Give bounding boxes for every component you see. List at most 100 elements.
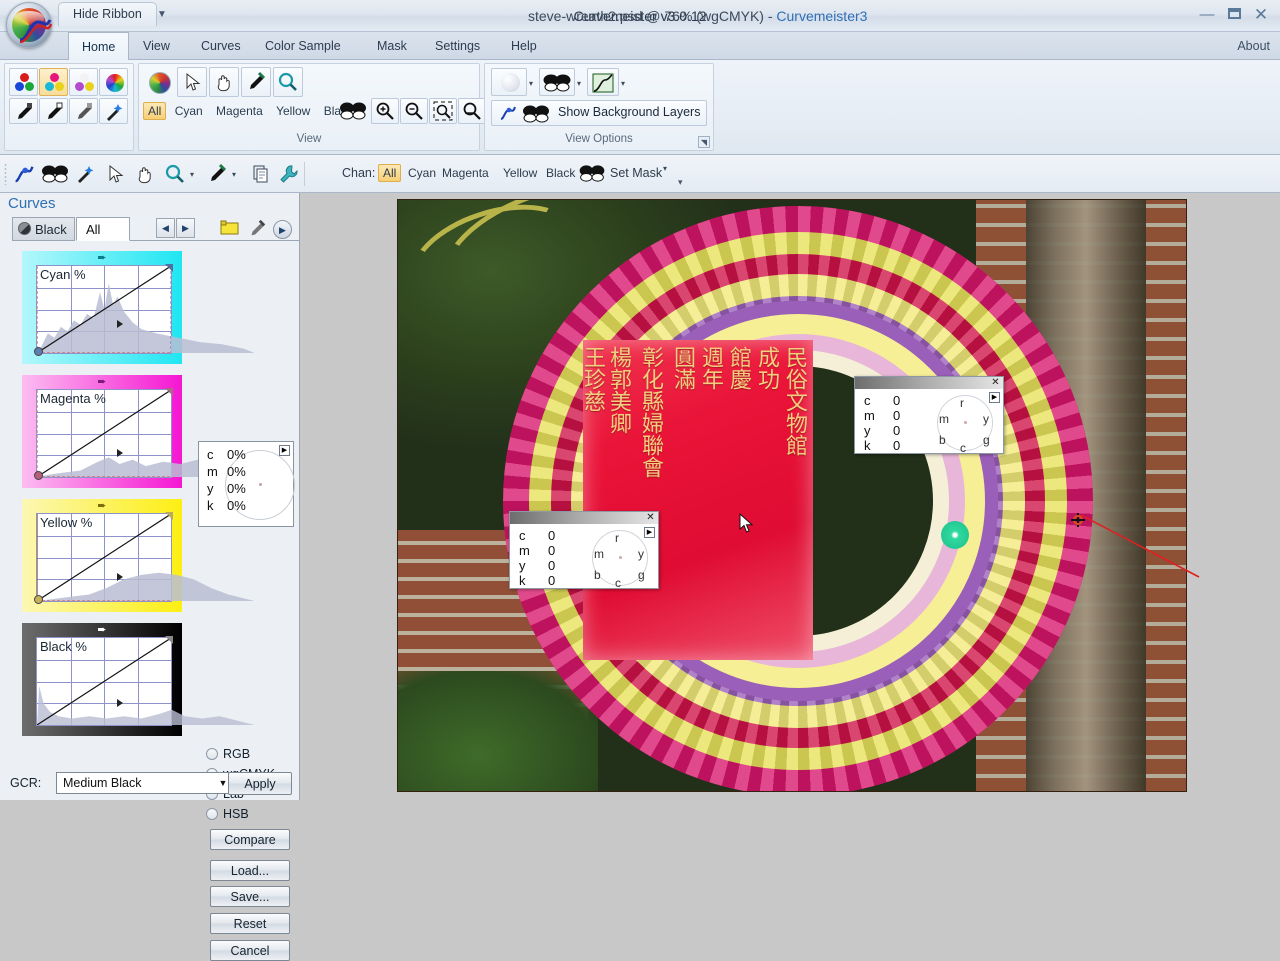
curve-tab-black[interactable]: Black (12, 217, 75, 241)
chevron-down-icon[interactable]: ▾ (577, 79, 581, 88)
pin-curve-icon[interactable] (12, 162, 36, 189)
mask-glasses-icon[interactable] (578, 164, 606, 186)
color-balls-light-icon[interactable] (69, 68, 98, 96)
chevron-down-icon[interactable]: ▾ (663, 164, 667, 173)
curve-thumb-cyan[interactable]: ➨ Cyan % (22, 251, 255, 364)
close-icon[interactable]: ✕ (645, 512, 656, 524)
color-readout-popup-2[interactable]: ✕ ▶ c 0 m 0 y 0 k 0 r y g c b m (854, 376, 1004, 455)
eyedropper-icon[interactable] (206, 163, 228, 188)
toolbar-channel-magenta[interactable]: Magenta (437, 164, 494, 182)
curve-endpoint-shadow[interactable] (34, 347, 43, 356)
copy-icon[interactable] (250, 163, 272, 188)
set-mask-label[interactable]: Set Mask (610, 166, 662, 180)
arrow-select-icon[interactable] (104, 163, 126, 188)
zoom-in-icon[interactable] (371, 98, 399, 124)
chevron-down-icon[interactable]: ▾ (621, 79, 625, 88)
document-image[interactable]: 民俗文物館 成功 館慶 週年 圓滿 彰化縣婦聯會 楊郭美卿 王珍慈 (397, 199, 1187, 792)
view-channel-all[interactable]: All (143, 102, 167, 120)
maximize-icon[interactable] (1221, 5, 1247, 25)
close-icon[interactable]: ✕ (990, 377, 1001, 389)
toolbar-grip[interactable] (4, 163, 7, 185)
eyedropper-gray-icon[interactable] (69, 98, 98, 124)
color-balls-cmyk-icon[interactable] (39, 68, 68, 96)
view-channel-yellow[interactable]: Yellow (271, 102, 315, 120)
toolbar-overflow-icon[interactable]: ▾ (678, 177, 683, 188)
pin-icon[interactable]: ▶ (644, 527, 655, 538)
image-canvas-area[interactable]: 民俗文物館 成功 館慶 週年 圓滿 彰化縣婦聯會 楊郭美卿 王珍慈 ✕ ▶ c … (301, 193, 1280, 800)
toolbar-channel-black[interactable]: Black (541, 164, 580, 182)
show-background-layers-button[interactable]: Show Background Layers (491, 100, 707, 126)
view-channel-magenta[interactable]: Magenta (211, 102, 268, 120)
dialog-launcher-icon[interactable]: ◥ (698, 136, 710, 148)
eyedropper-icon[interactable] (247, 219, 267, 242)
document-app-suffix: Curvemeister3 (776, 8, 868, 24)
tab-mask[interactable]: Mask (364, 32, 420, 60)
save-button[interactable]: Save... (210, 886, 290, 907)
popup-titlebar[interactable] (855, 377, 1003, 389)
play-icon[interactable]: ▶ (273, 220, 292, 239)
curve-endpoint-shadow[interactable] (34, 471, 43, 480)
reset-button[interactable]: Reset (210, 913, 290, 934)
magnifier-icon[interactable] (164, 163, 186, 188)
curvemeister-orb-icon[interactable] (143, 67, 175, 97)
zoom-actual-icon[interactable] (458, 98, 486, 124)
view-channel-cyan[interactable]: Cyan (170, 102, 208, 120)
magnifier-icon[interactable] (273, 67, 303, 97)
cancel-button[interactable]: Cancel (210, 940, 290, 961)
curves-panel: Curves Black All ◀ ▶ ▶ ➨ Cyan % ➨ Magent… (0, 193, 300, 961)
sample-crosshair-icon[interactable] (1071, 513, 1085, 527)
curve-thumb-yellow[interactable]: ➨ Yellow % (22, 499, 255, 612)
toolbar-channel-all[interactable]: All (378, 164, 402, 182)
eyedropper-black-icon[interactable] (9, 98, 38, 124)
nav-next-icon[interactable]: ▶ (176, 218, 195, 238)
about-button[interactable]: About (1237, 32, 1270, 60)
tab-view[interactable]: View (130, 32, 183, 60)
mask-glasses-icon[interactable] (339, 101, 367, 123)
mask-glasses-icon[interactable] (539, 68, 575, 96)
preview-sphere-icon[interactable] (491, 68, 527, 96)
toolbar-channel-yellow[interactable]: Yellow (498, 164, 542, 182)
magic-wand-icon[interactable] (99, 98, 128, 124)
color-readout-popup-1[interactable]: ✕ ▶ c 0 m 0 y 0 k 0 r y g c b m (509, 511, 659, 590)
nav-prev-icon[interactable]: ◀ (156, 218, 175, 238)
gcr-select[interactable]: Medium Black ▼ (56, 772, 236, 794)
minimize-icon[interactable]: — (1194, 5, 1220, 25)
curve-thumb-black[interactable]: ➨ Black % (22, 623, 255, 736)
magic-wand-icon[interactable] (74, 163, 96, 188)
colorspace-radio-rgb[interactable]: RGB (206, 747, 250, 761)
toolbar-channel-cyan[interactable]: Cyan (403, 164, 441, 182)
tab-curves[interactable]: Curves (188, 32, 254, 60)
curve-thumb-magenta[interactable]: ➨ Magenta % (22, 375, 255, 488)
tab-home[interactable]: Home (68, 32, 130, 60)
hand-pan-icon[interactable] (134, 163, 156, 188)
zoom-out-icon[interactable] (400, 98, 428, 124)
apply-button[interactable]: Apply (228, 772, 292, 795)
hand-pan-icon[interactable] (209, 67, 239, 97)
mask-glasses-icon[interactable] (40, 164, 70, 187)
arrow-select-icon[interactable] (177, 67, 207, 97)
zoom-fit-icon[interactable] (429, 98, 457, 124)
tab-color-sample[interactable]: Color Sample (252, 32, 354, 60)
color-wheel-icon[interactable] (99, 68, 128, 96)
tab-help[interactable]: Help (498, 32, 550, 60)
color-balls-rgb-icon[interactable] (9, 68, 38, 96)
film-strip-icon[interactable] (219, 220, 241, 241)
curve-tab-all[interactable]: All (76, 217, 130, 241)
pin-icon[interactable]: ▶ (989, 392, 1000, 403)
wrench-icon[interactable] (278, 163, 300, 188)
curve-endpoint-shadow[interactable] (34, 595, 43, 604)
app-orb-button[interactable] (6, 2, 53, 48)
load-button[interactable]: Load... (210, 860, 290, 881)
chevron-down-icon[interactable]: ▾ (190, 170, 194, 179)
curve-graph-icon[interactable] (587, 68, 619, 96)
compare-button[interactable]: Compare (210, 829, 290, 850)
pin-icon[interactable]: ▶ (279, 445, 290, 456)
popup-titlebar[interactable] (510, 512, 658, 524)
eyedropper-white-icon[interactable] (39, 98, 68, 124)
colorspace-radio-hsb[interactable]: HSB (206, 807, 249, 821)
tab-settings[interactable]: Settings (422, 32, 493, 60)
eyedropper-icon[interactable] (241, 67, 271, 97)
close-icon[interactable]: ✕ (1248, 5, 1274, 25)
chevron-down-icon[interactable]: ▾ (529, 79, 533, 88)
chevron-down-icon[interactable]: ▾ (232, 170, 236, 179)
